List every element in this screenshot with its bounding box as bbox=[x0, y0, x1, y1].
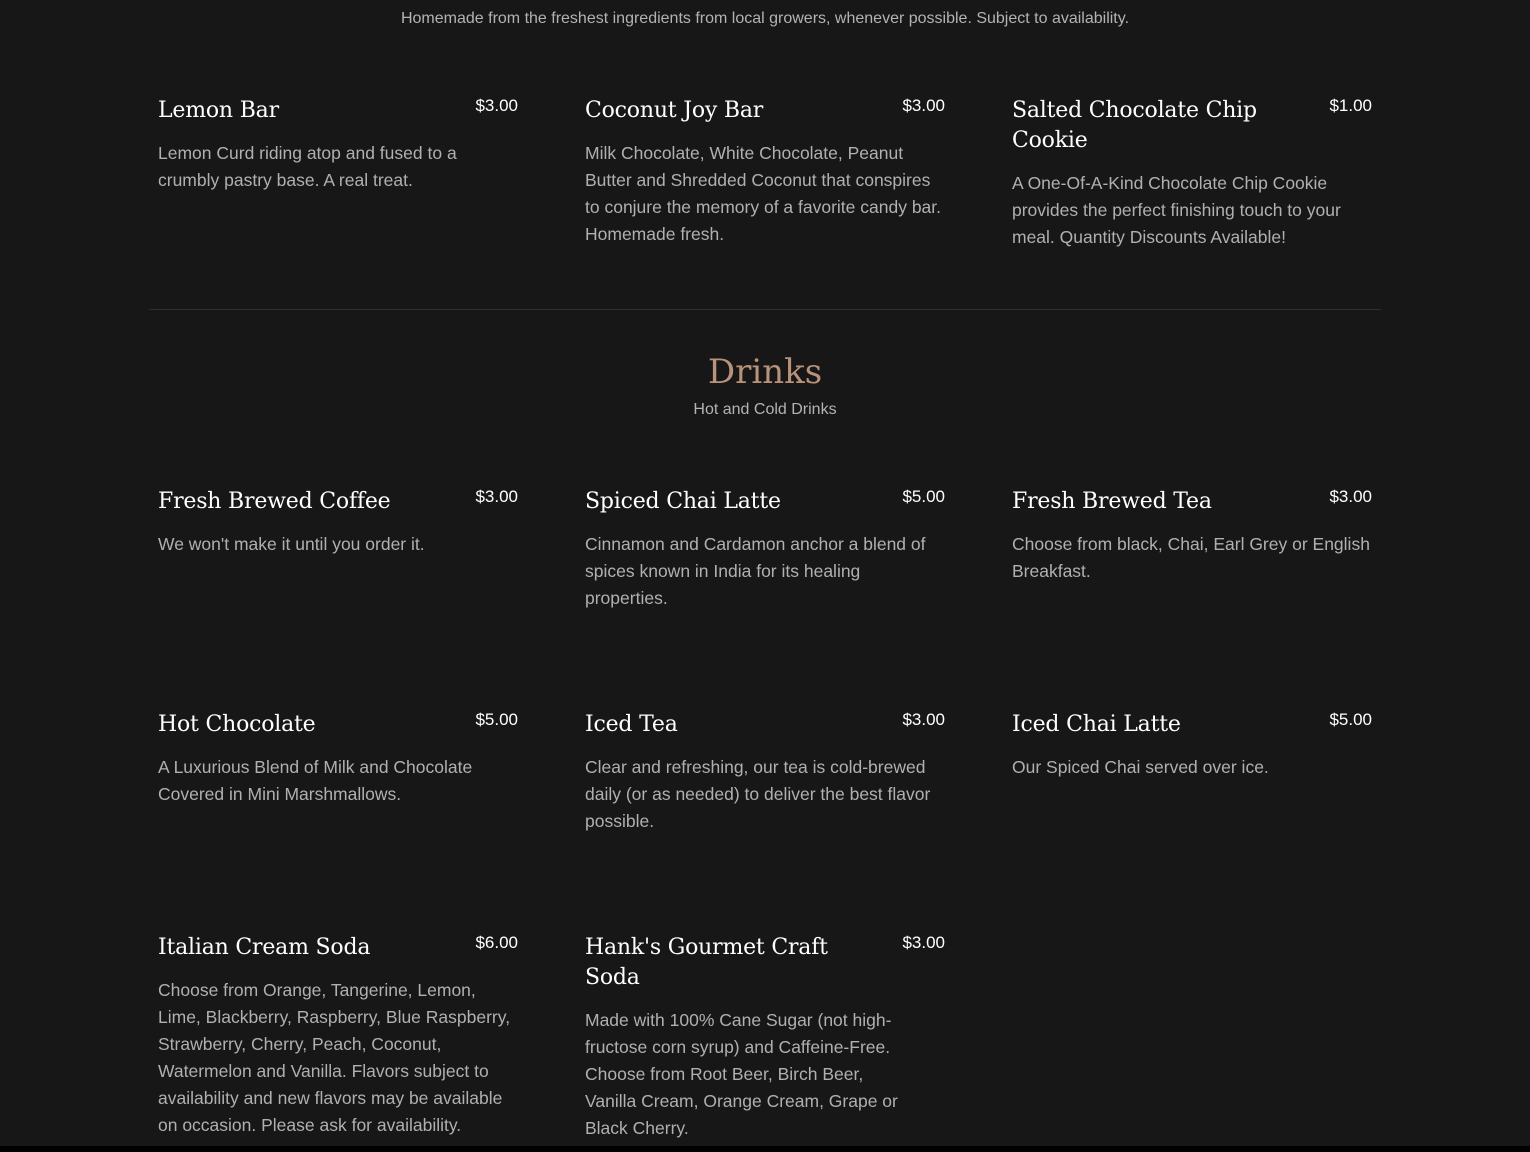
menu-item-name: Fresh Brewed Coffee bbox=[158, 489, 391, 514]
menu-item-name: Coconut Joy Bar bbox=[585, 98, 764, 123]
menu-item-description: Choose from Orange, Tangerine, Lemon, Li… bbox=[158, 980, 511, 1135]
menu-item-description: Clear and refreshing, our tea is cold-br… bbox=[585, 757, 931, 831]
menu-item-description: Milk Chocolate, White Chocolate, Peanut … bbox=[585, 143, 942, 244]
drinks-subtitle: Hot and Cold Drinks bbox=[693, 401, 837, 418]
menu-item: Iced Chai Latte $5.00 Our Spiced Chai se… bbox=[1012, 710, 1372, 781]
menu-item-name: Iced Chai Latte bbox=[1012, 712, 1181, 737]
menu-item-price: $5.00 bbox=[902, 487, 945, 506]
menu-item-price: $3.00 bbox=[902, 96, 945, 115]
menu-item-description: A One-Of-A-Kind Chocolate Chip Cookie pr… bbox=[1012, 173, 1341, 247]
menu-item: Fresh Brewed Tea $3.00 Choose from black… bbox=[1012, 487, 1372, 585]
menu-item-description: Choose from black, Chai, Earl Grey or En… bbox=[1012, 534, 1370, 581]
menu-item: Fresh Brewed Coffee $3.00 We won't make … bbox=[158, 487, 518, 558]
menu-item: Coconut Joy Bar $3.00 Milk Chocolate, Wh… bbox=[585, 96, 945, 248]
menu-item-name: Salted Chocolate Chip Cookie bbox=[1012, 98, 1257, 153]
menu-item-name: Iced Tea bbox=[585, 712, 678, 737]
menu-item-price: $5.00 bbox=[475, 710, 518, 729]
menu-item: Hot Chocolate $5.00 A Luxurious Blend of… bbox=[158, 710, 518, 808]
drinks-section-title: Drinks bbox=[707, 352, 823, 392]
menu-item-name: Italian Cream Soda bbox=[158, 935, 371, 960]
menu-item-description: Cinnamon and Cardamon anchor a blend of … bbox=[585, 534, 926, 608]
menu-item-price: $1.00 bbox=[1329, 96, 1372, 115]
menu-item-price: $3.00 bbox=[475, 96, 518, 115]
menu-item-description: Lemon Curd riding atop and fused to a cr… bbox=[158, 143, 457, 190]
menu-item: Lemon Bar $3.00 Lemon Curd riding atop a… bbox=[158, 96, 518, 194]
page-bottom-edge bbox=[0, 1146, 1530, 1152]
menu-item-description: Made with 100% Cane Sugar (not high-fruc… bbox=[585, 1010, 898, 1138]
menu-item-price: $3.00 bbox=[475, 487, 518, 506]
menu-item: Salted Chocolate Chip Cookie $1.00 A One… bbox=[1012, 96, 1372, 251]
menu-item: Spiced Chai Latte $5.00 Cinnamon and Car… bbox=[585, 487, 945, 612]
menu-item-name: Spiced Chai Latte bbox=[585, 489, 781, 514]
section-divider bbox=[149, 309, 1381, 310]
menu-item: Italian Cream Soda $6.00 Choose from Ora… bbox=[158, 933, 518, 1139]
menu-item-name: Fresh Brewed Tea bbox=[1012, 489, 1212, 514]
menu-item-name: Hot Chocolate bbox=[158, 712, 316, 737]
menu-item-description: We won't make it until you order it. bbox=[158, 534, 425, 554]
desserts-subtitle: Homemade from the freshest ingredients f… bbox=[400, 10, 1130, 27]
menu-item-name: Hank's Gourmet Craft Soda bbox=[585, 935, 828, 990]
menu-item: Iced Tea $3.00 Clear and refreshing, our… bbox=[585, 710, 945, 835]
menu-item-price: $6.00 bbox=[475, 933, 518, 952]
menu-item-price: $3.00 bbox=[902, 710, 945, 729]
menu-item-description: A Luxurious Blend of Milk and Chocolate … bbox=[158, 757, 473, 804]
menu-item-description: Our Spiced Chai served over ice. bbox=[1012, 757, 1269, 777]
menu-page: Homemade from the freshest ingredients f… bbox=[0, 0, 1530, 1146]
menu-item-name: Lemon Bar bbox=[158, 98, 279, 123]
menu-item-price: $5.00 bbox=[1329, 710, 1372, 729]
menu-item-price: $3.00 bbox=[1329, 487, 1372, 506]
menu-item-price: $3.00 bbox=[902, 933, 945, 952]
menu-item: Hank's Gourmet Craft Soda $3.00 Made wit… bbox=[585, 933, 945, 1142]
